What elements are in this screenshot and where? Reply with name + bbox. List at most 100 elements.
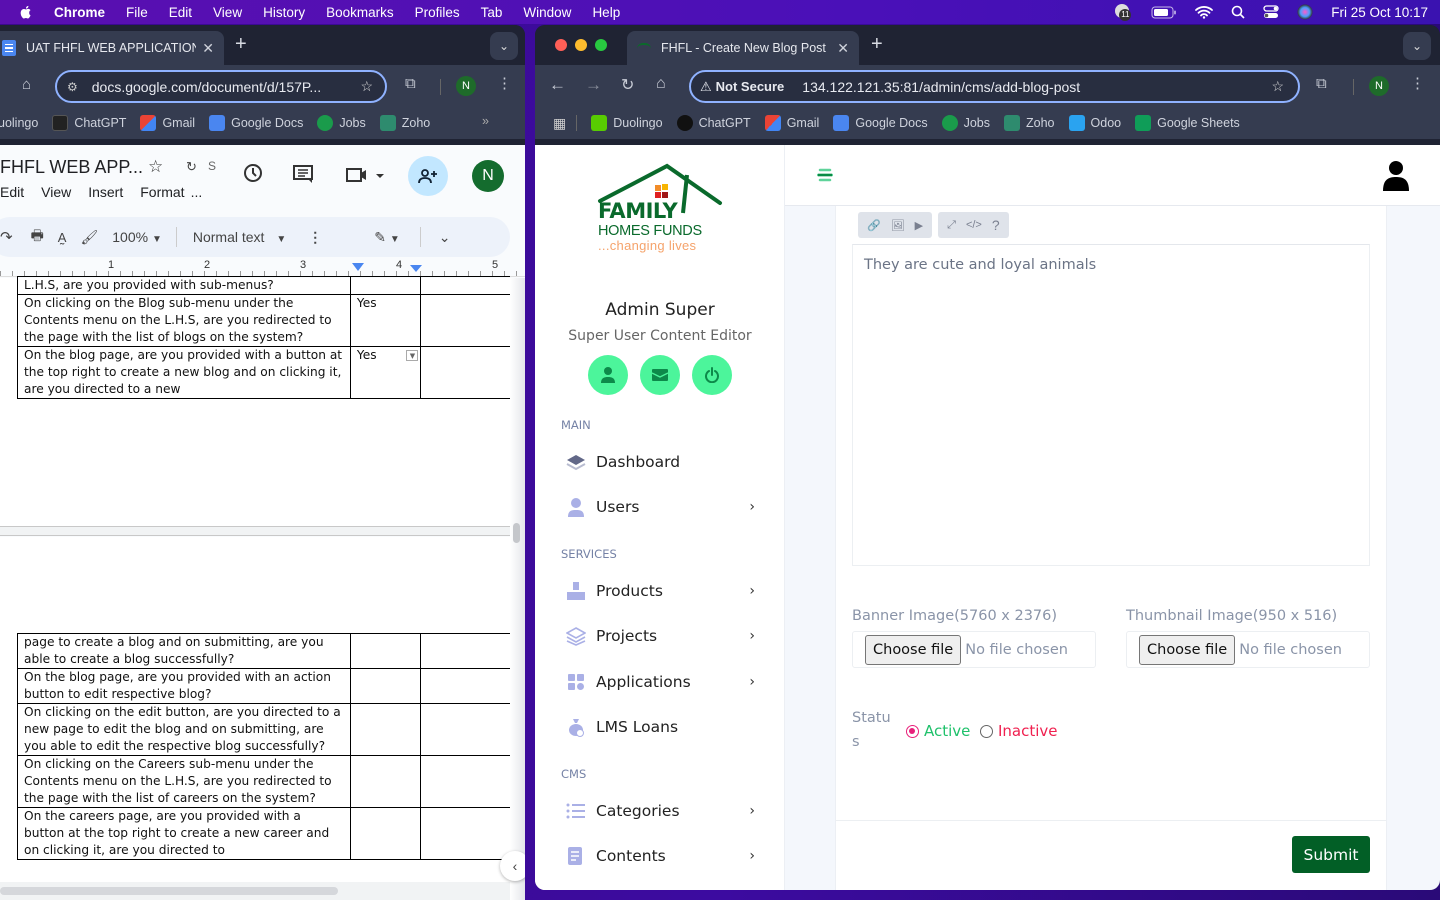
nav-contents[interactable]: Contents ›: [565, 841, 755, 871]
new-tab-button[interactable]: +: [235, 33, 247, 56]
tab-search-button[interactable]: ⌄: [1403, 32, 1431, 60]
tab-search-button[interactable]: ⌄: [490, 32, 518, 60]
indent-marker[interactable]: [352, 263, 364, 271]
code-view-icon[interactable]: </>: [966, 219, 982, 231]
bookmark-jobs[interactable]: Jobs: [941, 115, 990, 131]
messages-button[interactable]: [640, 355, 680, 395]
window-zoom-button[interactable]: [595, 39, 607, 51]
star-icon[interactable]: ☆: [148, 157, 163, 177]
control-center-icon[interactable]: [1263, 5, 1279, 19]
menubar-clock[interactable]: Fri 25 Oct 10:17: [1331, 5, 1428, 20]
fullscreen-icon[interactable]: ⤢: [947, 219, 956, 232]
side-panel-toggle-button[interactable]: ‹: [500, 851, 525, 881]
share-button[interactable]: [408, 156, 448, 196]
nav-projects[interactable]: Projects ›: [565, 621, 755, 651]
more-bookmarks-icon[interactable]: »: [482, 114, 489, 128]
logout-button[interactable]: [692, 355, 732, 395]
editing-mode-icon[interactable]: ✎ ▼: [374, 229, 400, 246]
bookmark-star-icon[interactable]: ☆: [360, 78, 373, 95]
video-icon[interactable]: ▶: [915, 219, 923, 232]
status-inactive-radio[interactable]: [980, 724, 993, 738]
sync-status-icon[interactable]: ↻: [186, 159, 197, 175]
submit-button[interactable]: Submit: [1292, 836, 1370, 873]
profile-avatar[interactable]: N: [1369, 76, 1389, 96]
address-bar[interactable]: ⚠ Not Secure 134.122.121.35:81/admin/cms…: [689, 70, 1300, 103]
close-tab-icon[interactable]: ✕: [202, 40, 214, 57]
style-select[interactable]: Normal text ▼: [193, 229, 286, 245]
bookmark-odoo[interactable]: Odoo: [1068, 115, 1121, 131]
menu-profiles[interactable]: Profiles: [415, 5, 460, 20]
nav-users[interactable]: Users ›: [565, 492, 755, 522]
menu-edit[interactable]: Edit: [169, 5, 192, 20]
sidebar-toggle-icon[interactable]: [816, 167, 834, 188]
siri-icon[interactable]: [1297, 4, 1313, 20]
bookmark-chatgpt[interactable]: ChatGPT: [676, 115, 751, 131]
docs-menu-more[interactable]: ...: [191, 184, 203, 200]
window-minimize-button[interactable]: [575, 39, 587, 51]
user-avatar[interactable]: N: [472, 160, 504, 192]
menu-window[interactable]: Window: [523, 5, 571, 20]
spotlight-search-icon[interactable]: [1231, 5, 1245, 19]
site-settings-icon[interactable]: ⚙: [67, 80, 78, 94]
document-title[interactable]: FHFL WEB APP...: [0, 157, 143, 178]
menu-file[interactable]: File: [126, 5, 148, 20]
tab-uat-doc[interactable]: UAT FHFL WEB APPLICATION ✕: [0, 31, 224, 65]
more-tools-icon[interactable]: ⋮: [308, 229, 322, 246]
version-history-icon[interactable]: [242, 162, 264, 189]
bookmark-google-docs[interactable]: Google Docs: [209, 115, 303, 131]
notification-center-icon[interactable]: 11: [1113, 3, 1133, 21]
zoom-select[interactable]: 100% ▼: [112, 229, 162, 245]
back-icon[interactable]: ←: [549, 75, 566, 95]
redo-icon[interactable]: ↷: [0, 228, 13, 246]
bookmark-duolingo[interactable]: uolingo: [0, 116, 38, 130]
ruler[interactable]: 1 2 3 4 5: [0, 257, 525, 277]
paint-format-icon[interactable]: 🖌: [80, 229, 98, 246]
docs-menu-edit[interactable]: Edit: [0, 184, 24, 200]
horizontal-scroll-track[interactable]: [0, 882, 510, 900]
dropdown-chip-icon[interactable]: ▼: [406, 350, 419, 361]
window-close-button[interactable]: [555, 39, 567, 51]
menu-app-chrome[interactable]: Chrome: [54, 5, 105, 20]
bookmark-gmail[interactable]: Gmail: [764, 115, 819, 131]
battery-icon[interactable]: [1151, 6, 1177, 19]
status-inactive-option[interactable]: Inactive: [980, 722, 1058, 740]
menu-help[interactable]: Help: [592, 5, 620, 20]
menu-history[interactable]: History: [263, 5, 305, 20]
forward-icon[interactable]: →: [585, 75, 602, 95]
apps-grid-icon[interactable]: ▦: [553, 115, 566, 132]
bookmark-jobs[interactable]: Jobs: [317, 115, 366, 131]
menu-tab[interactable]: Tab: [481, 5, 503, 20]
thumbnail-image-input[interactable]: Choose file No file chosen: [1126, 631, 1370, 668]
collapse-toolbar-icon[interactable]: ⌄: [439, 229, 451, 246]
address-bar[interactable]: ⚙ docs.google.com/document/d/157P... ☆: [55, 70, 387, 103]
banner-choose-file-button[interactable]: Choose file: [865, 634, 962, 665]
vertical-scroll-track[interactable]: [510, 278, 525, 900]
chrome-menu-icon[interactable]: ⋮: [1410, 74, 1425, 92]
bookmark-duolingo[interactable]: Duolingo: [591, 115, 663, 131]
nav-dashboard[interactable]: Dashboard: [565, 447, 755, 477]
extensions-icon[interactable]: ⧉: [1316, 75, 1327, 92]
nav-lms-loans[interactable]: LMS Loans: [565, 712, 755, 742]
thumbnail-choose-file-button[interactable]: Choose file: [1139, 634, 1236, 665]
bookmark-google-sheets[interactable]: Google Sheets: [1135, 115, 1240, 131]
chrome-menu-icon[interactable]: ⋮: [497, 74, 512, 92]
link-icon[interactable]: 🔗: [867, 219, 881, 232]
not-secure-label[interactable]: Not Secure: [716, 79, 785, 94]
nav-products[interactable]: Products ›: [565, 576, 755, 606]
docs-menu-format[interactable]: Format: [140, 184, 184, 200]
user-account-icon[interactable]: [1382, 159, 1410, 196]
menu-view[interactable]: View: [213, 5, 242, 20]
bookmark-zoho[interactable]: Zoho: [1004, 115, 1055, 131]
bookmark-zoho[interactable]: Zoho: [379, 115, 430, 131]
horizontal-scrollbar-thumb[interactable]: [0, 887, 338, 895]
image-icon[interactable]: 🖼: [891, 219, 905, 232]
profile-avatar[interactable]: N: [456, 76, 476, 96]
comments-icon[interactable]: [292, 164, 314, 189]
extensions-icon[interactable]: ⧉: [405, 75, 416, 92]
family-homes-funds-logo[interactable]: FAMILY HOMES FUNDS ...changing lives: [595, 163, 725, 258]
docs-menu-view[interactable]: View: [41, 184, 71, 200]
vertical-scrollbar-thumb[interactable]: [513, 523, 520, 543]
spellcheck-icon[interactable]: A̰: [58, 230, 67, 245]
reload-icon[interactable]: ↻: [621, 75, 634, 95]
banner-image-input[interactable]: Choose file No file chosen: [852, 631, 1096, 668]
